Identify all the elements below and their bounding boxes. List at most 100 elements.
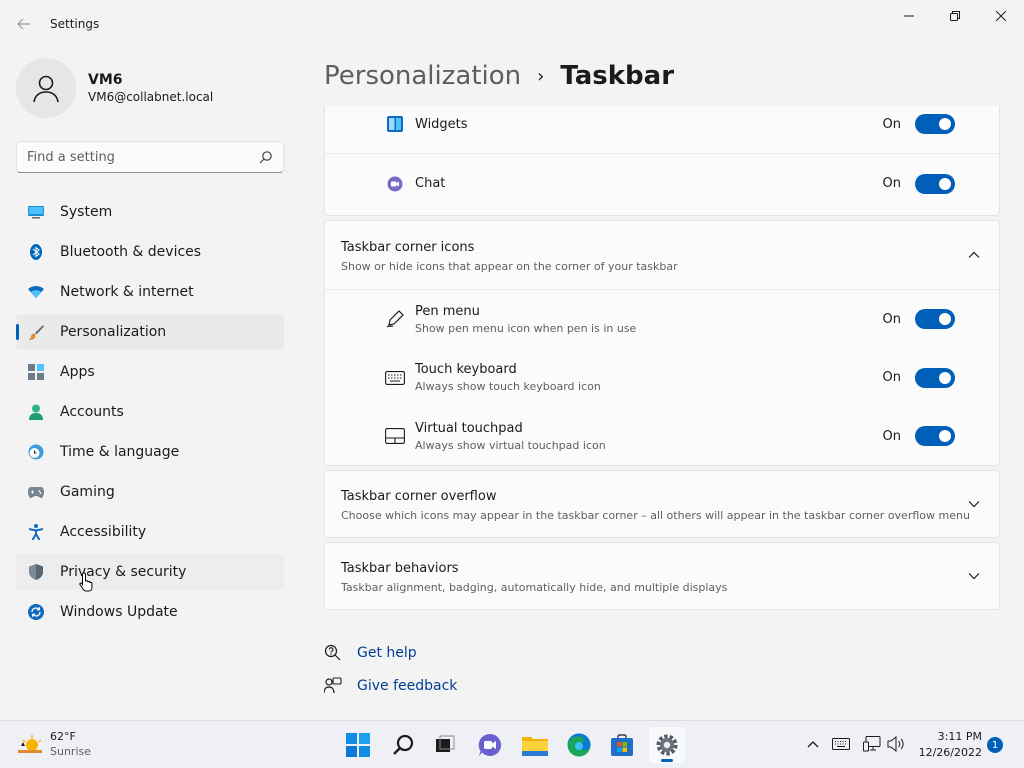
- start-button[interactable]: [340, 727, 376, 763]
- weather-condition: Sunrise: [50, 745, 92, 758]
- page-title: Taskbar: [560, 61, 675, 91]
- toggle-state-label: On: [882, 428, 901, 444]
- chevron-up-icon: [807, 741, 819, 748]
- setting-row-widgets: Widgets On: [325, 106, 999, 153]
- app-title: Settings: [50, 17, 100, 31]
- avatar[interactable]: [16, 58, 76, 118]
- user-profile[interactable]: VM6 VM6@collabnet.local: [16, 58, 213, 118]
- setting-row-virtual-touchpad: Virtual touchpad Always show virtual tou…: [325, 407, 999, 465]
- breadcrumb-separator-icon: ›: [537, 65, 545, 87]
- close-button[interactable]: [978, 0, 1024, 32]
- section-description: Show or hide icons that appear on the co…: [341, 260, 678, 273]
- edge-button[interactable]: [561, 727, 597, 763]
- search-box[interactable]: [16, 141, 284, 173]
- back-button[interactable]: [12, 12, 36, 36]
- search-icon: [393, 734, 414, 755]
- weather-temperature: 62°F: [50, 730, 76, 743]
- settings-content[interactable]: Widgets On Chat On Taskbar corner icons …: [324, 106, 1000, 720]
- corner-overflow-header[interactable]: Taskbar corner overflow Choose which ico…: [325, 471, 999, 537]
- volume-tray-button[interactable]: [885, 733, 907, 755]
- behaviors-header[interactable]: Taskbar behaviors Taskbar alignment, bad…: [325, 543, 999, 609]
- pen-menu-toggle[interactable]: [915, 309, 955, 329]
- person-icon: [28, 404, 44, 420]
- sidebar-item-label: System: [60, 204, 113, 220]
- sidebar-item-network[interactable]: Network & internet: [16, 274, 284, 310]
- sidebar-item-accounts[interactable]: Accounts: [16, 394, 284, 430]
- sidebar-item-personalization[interactable]: Personalization: [16, 314, 284, 350]
- chevron-up-icon[interactable]: [967, 248, 981, 262]
- arrow-left-icon: [17, 18, 30, 30]
- sidebar-item-accessibility[interactable]: Accessibility: [16, 514, 284, 550]
- person-icon: [33, 75, 59, 103]
- close-icon: [996, 11, 1006, 21]
- clock-date: 12/26/2022: [918, 746, 982, 759]
- give-feedback-link[interactable]: Give feedback: [324, 675, 524, 697]
- section-title: Taskbar corner icons: [341, 240, 475, 255]
- shield-icon: [28, 564, 44, 580]
- chat-toggle[interactable]: [915, 173, 955, 194]
- teams-chat-button[interactable]: [472, 727, 508, 763]
- get-help-link[interactable]: Get help: [324, 642, 524, 664]
- sidebar-item-label: Windows Update: [60, 604, 178, 620]
- corner-icons-header[interactable]: Taskbar corner icons Show or hide icons …: [325, 221, 999, 289]
- sidebar-item-label: Network & internet: [60, 284, 194, 300]
- toggle-state-label: On: [882, 116, 901, 132]
- edge-icon: [567, 733, 591, 757]
- section-description: Choose which icons may appear in the tas…: [341, 509, 970, 522]
- sidebar-item-gaming[interactable]: Gaming: [16, 474, 284, 510]
- network-tray-button[interactable]: [861, 733, 883, 755]
- taskbar-corner-icons-card: Taskbar corner icons Show or hide icons …: [324, 220, 1000, 466]
- sidebar-item-label: Gaming: [60, 484, 115, 500]
- taskbar-search-button[interactable]: [385, 727, 421, 763]
- task-view-button[interactable]: [427, 727, 463, 763]
- chevron-down-icon[interactable]: [967, 569, 981, 583]
- accessibility-icon: [28, 524, 44, 540]
- paintbrush-icon: [28, 324, 44, 340]
- wifi-icon: [28, 284, 44, 300]
- sidebar-item-apps[interactable]: Apps: [16, 354, 284, 390]
- widgets-toggle[interactable]: [915, 114, 955, 134]
- search-input[interactable]: [27, 149, 247, 165]
- setting-row-pen-menu: Pen menu Show pen menu icon when pen is …: [325, 289, 999, 348]
- weather-widget[interactable]: 62°F Sunrise: [18, 729, 91, 759]
- taskbar-behaviors-card[interactable]: Taskbar behaviors Taskbar alignment, bad…: [324, 542, 1000, 610]
- sidebar-item-label: Accounts: [60, 404, 124, 420]
- store-icon: [611, 734, 633, 756]
- breadcrumb: Personalization › Taskbar: [324, 56, 674, 96]
- search-icon[interactable]: [259, 150, 273, 164]
- restore-button[interactable]: [932, 0, 978, 32]
- network-icon: [863, 736, 881, 752]
- sidebar-item-system[interactable]: System: [16, 194, 284, 230]
- touch-keyboard-toggle[interactable]: [915, 367, 955, 388]
- file-explorer-button[interactable]: [517, 727, 553, 763]
- nav-list: System Bluetooth & devices Network & int…: [16, 194, 284, 634]
- user-email: VM6@collabnet.local: [88, 90, 214, 104]
- apps-icon: [28, 364, 44, 380]
- virtual-touchpad-toggle[interactable]: [915, 426, 955, 446]
- pen-icon: [385, 309, 405, 329]
- sidebar-item-windows-update[interactable]: Windows Update: [16, 594, 284, 630]
- bluetooth-icon: [28, 244, 44, 260]
- minimize-button[interactable]: [886, 0, 932, 32]
- sidebar-item-privacy-security[interactable]: Privacy & security: [16, 554, 284, 590]
- breadcrumb-parent[interactable]: Personalization: [324, 61, 521, 91]
- sidebar-item-time-language[interactable]: Time & language: [16, 434, 284, 470]
- system-clock[interactable]: 3:11 PM 12/26/2022: [912, 729, 982, 761]
- settings-app-button[interactable]: [649, 727, 685, 763]
- sidebar-item-bluetooth[interactable]: Bluetooth & devices: [16, 234, 284, 270]
- get-help-label[interactable]: Get help: [357, 645, 417, 661]
- store-button[interactable]: [604, 727, 640, 763]
- show-hidden-icons-button[interactable]: [802, 733, 824, 755]
- touch-keyboard-tray-button[interactable]: [830, 733, 852, 755]
- notification-badge[interactable]: 1: [987, 737, 1003, 753]
- setting-title: Widgets: [415, 116, 468, 132]
- give-feedback-label[interactable]: Give feedback: [357, 678, 457, 694]
- toggle-state-label: On: [882, 311, 901, 327]
- taskbar-items-card: Widgets On Chat On: [324, 106, 1000, 216]
- section-title: Taskbar corner overflow: [341, 489, 497, 504]
- keyboard-icon: [385, 368, 405, 388]
- os-taskbar: 62°F Sunrise 3:11 PM 12/26/2022 1: [0, 720, 1024, 768]
- setting-description: Always show touch keyboard icon: [415, 380, 601, 393]
- chevron-down-icon[interactable]: [967, 497, 981, 511]
- taskbar-corner-overflow-card[interactable]: Taskbar corner overflow Choose which ico…: [324, 470, 1000, 538]
